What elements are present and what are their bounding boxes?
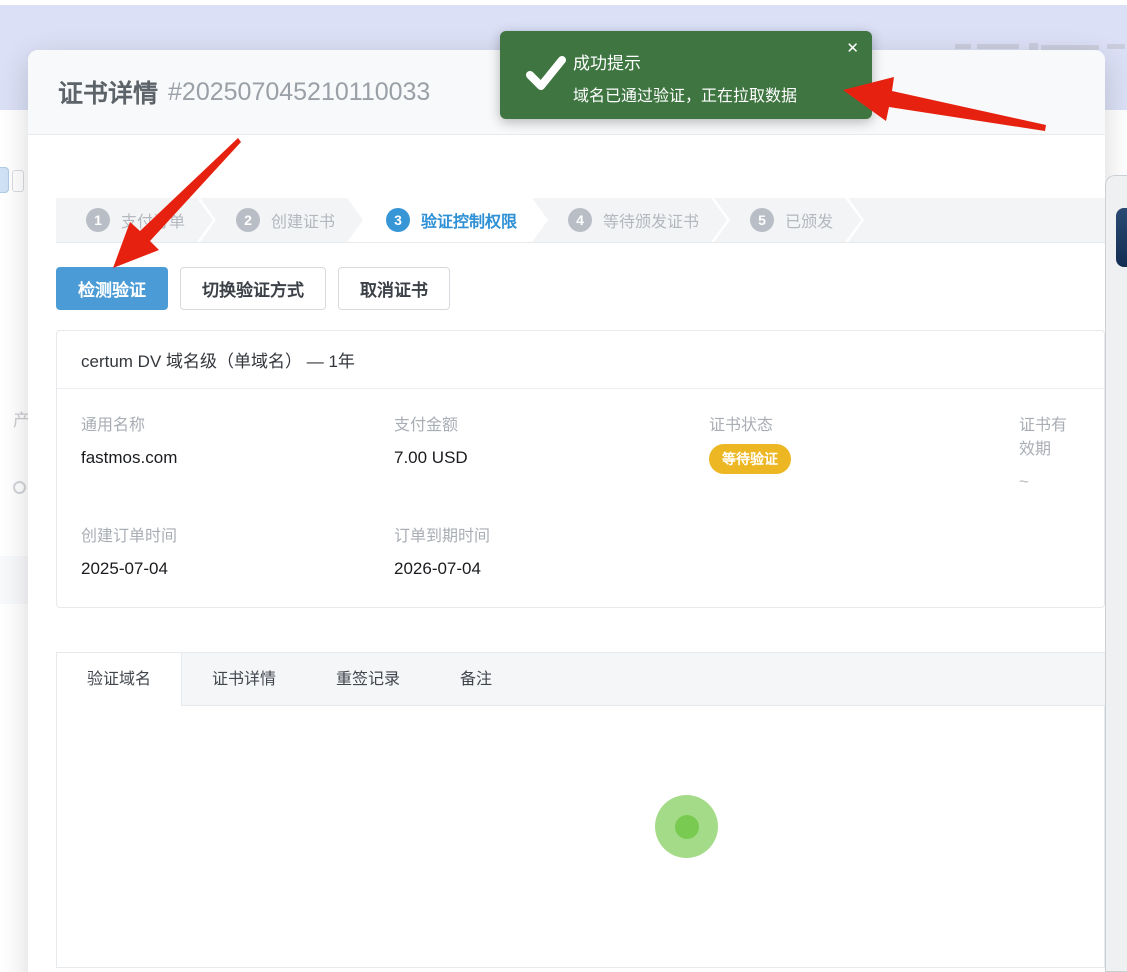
tab-panel-verify-domain — [56, 706, 1105, 968]
loading-spinner — [655, 795, 718, 858]
close-icon[interactable]: ✕ — [846, 41, 859, 56]
field-order-created: 创建订单时间 2025-07-04 — [81, 522, 394, 579]
tab-verify-domain[interactable]: 验证域名 — [56, 653, 182, 708]
background-row-fragment — [0, 556, 28, 604]
step-number-badge: 4 — [568, 208, 592, 232]
background-search-icon — [13, 481, 26, 494]
success-toast: 成功提示 域名已通过验证，正在拉取数据 ✕ — [500, 31, 872, 119]
toast-title: 成功提示 — [573, 49, 641, 74]
status-badge: 等待验证 — [709, 444, 791, 474]
step-number-badge: 2 — [236, 208, 260, 232]
step-bar-filler — [848, 198, 1105, 242]
tab-cert-details[interactable]: 证书详情 — [182, 653, 306, 705]
certificate-info-card: certum DV 域名级（单域名） — 1年 通用名称 fastmos.com… — [56, 330, 1105, 608]
field-cert-status: 证书状态 等待验证 — [709, 411, 1019, 492]
ghost-header-text — [977, 44, 1019, 49]
step-create-cert: 2 创建证书 — [200, 198, 363, 242]
background-text-fragment: 产 — [13, 406, 28, 431]
certificate-details-modal: 证书详情 #202507045210110033 1 支付订单 2 创建证书 3 — [28, 50, 1105, 972]
step-wizard: 1 支付订单 2 创建证书 3 验证控制权限 4 等待颁发证书 — [56, 198, 1105, 243]
step-number-badge: 3 — [386, 208, 410, 232]
step-number-badge: 1 — [86, 208, 110, 232]
step-wait-issue: 4 等待颁发证书 — [532, 198, 727, 242]
product-name: certum DV 域名级（单域名） — 1年 — [57, 331, 1104, 389]
floating-side-panel — [1105, 175, 1127, 972]
step-pay-order: 1 支付订单 — [56, 198, 213, 242]
modal-body: 1 支付订单 2 创建证书 3 验证控制权限 4 等待颁发证书 — [28, 198, 1105, 968]
ghost-header-icon — [1029, 43, 1038, 50]
action-buttons: 检测验证 切换验证方式 取消证书 — [56, 267, 1105, 310]
certificate-fields: 通用名称 fastmos.com 支付金额 7.00 USD 证书状态 等待验证… — [57, 389, 1104, 607]
toast-message: 域名已通过验证，正在拉取数据 — [573, 82, 797, 106]
field-common-name: 通用名称 fastmos.com — [81, 411, 394, 492]
tab-remarks[interactable]: 备注 — [430, 653, 522, 705]
tab-resign-records[interactable]: 重签记录 — [306, 653, 430, 705]
step-number-badge: 5 — [750, 208, 774, 232]
cancel-certificate-button[interactable]: 取消证书 — [338, 267, 450, 310]
step-verify-control: 3 验证控制权限 — [350, 198, 545, 242]
page-title: 证书详情 — [58, 74, 158, 110]
ghost-header-text — [1107, 44, 1125, 49]
check-icon — [525, 53, 567, 93]
field-order-expires: 订单到期时间 2026-07-04 — [394, 522, 709, 579]
background-button-fragment — [0, 167, 9, 193]
check-validation-button[interactable]: 检测验证 — [56, 267, 168, 310]
field-payment-amount: 支付金额 7.00 USD — [394, 411, 709, 492]
step-issued: 5 已颁发 — [714, 198, 861, 242]
screen: 产 证书详情 #202507045210110033 1 支付订单 2 创建证书 — [0, 0, 1127, 972]
loading-spinner-core — [675, 815, 699, 839]
switch-validation-method-button[interactable]: 切换验证方式 — [180, 267, 326, 310]
ghost-header-text — [955, 44, 971, 49]
background-box-fragment — [12, 170, 24, 192]
floating-side-panel-button[interactable] — [1116, 208, 1127, 267]
field-cert-validity: 证书有效期 ~ — [1019, 411, 1080, 492]
detail-tabs: 验证域名 证书详情 重签记录 备注 — [56, 652, 1105, 706]
order-number: #202507045210110033 — [168, 78, 430, 107]
